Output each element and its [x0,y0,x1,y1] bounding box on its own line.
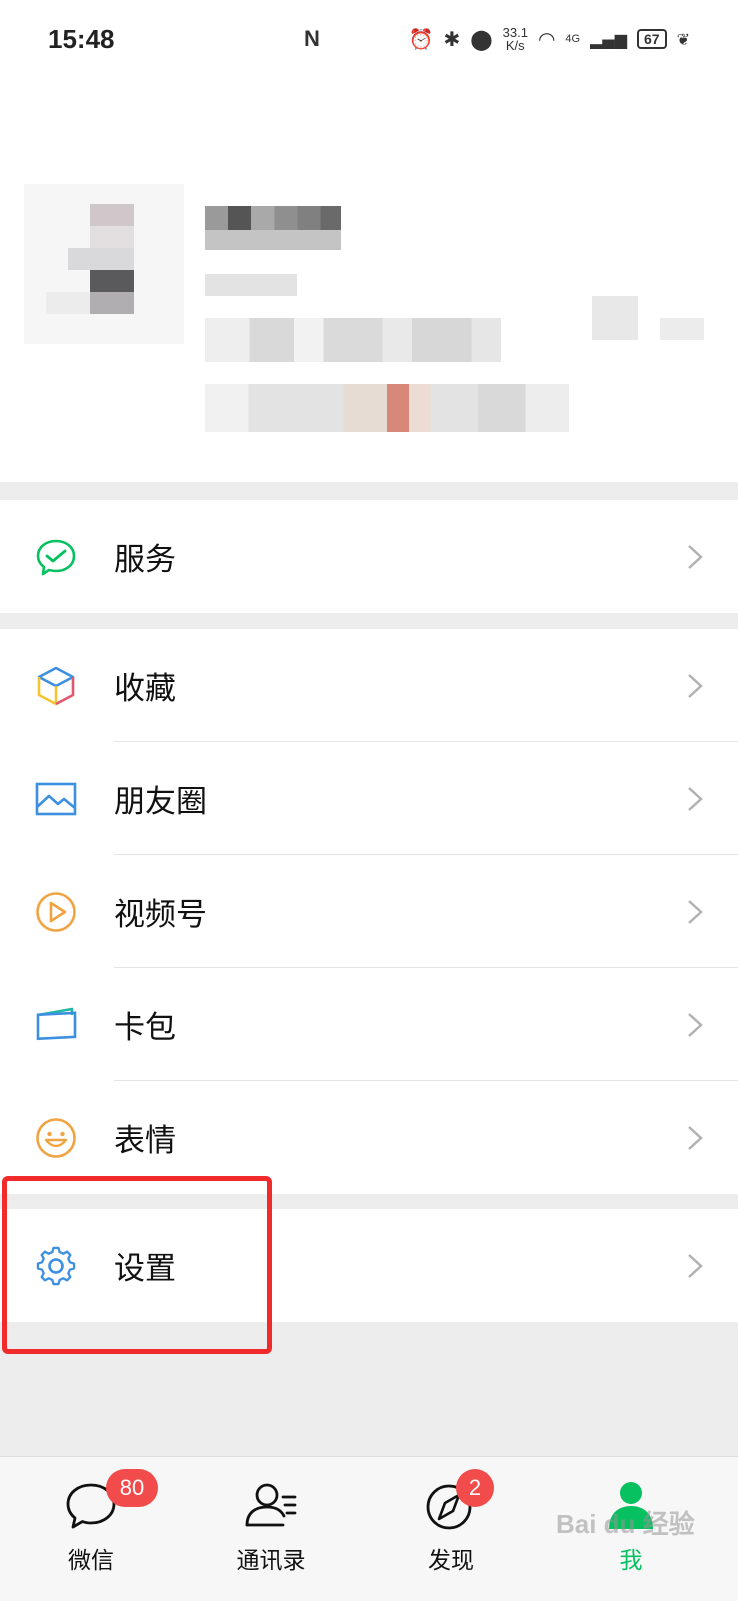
profile-status-blurred[interactable] [205,384,569,432]
wifi-icon: ◠ [537,27,556,51]
discover-badge: 2 [456,1469,494,1507]
moments-picture-icon [35,782,77,815]
settings-highlight-box [2,1176,272,1354]
chevron-right-icon [688,1012,703,1037]
chevron-right-icon [688,1253,703,1278]
menu-item-moments[interactable]: 朋友圈 [0,742,738,855]
tab-label-discover: 发现 [428,1548,474,1574]
leaf-icon: ❦ [676,29,690,49]
tab-label-me: 我 [619,1548,643,1574]
menu-label-service: 服务 [114,542,176,578]
tab-discover[interactable]: 2 发现 [376,1457,526,1601]
tab-contacts[interactable]: 通讯录 [196,1457,346,1601]
menu-label-moments: 朋友圈 [114,784,207,820]
menu-label-stickers: 表情 [114,1123,176,1159]
nfc-icon: N [304,26,320,51]
contacts-icon [245,1483,297,1527]
watermark-logo: Bai du 经验 [556,1509,695,1539]
favorites-cube-icon [37,666,75,705]
chats-unread-badge: 80 [106,1469,158,1507]
chevron-right-icon [688,1125,703,1150]
avatar[interactable] [24,184,184,344]
status-time: 15:48 [48,24,115,54]
cards-wallet-icon [36,1007,77,1040]
menu-label-channels: 视频号 [114,897,207,933]
bluetooth-icon: ✱ [443,27,461,51]
signal-icon: ▂▄▆ [590,29,628,49]
chevron-right-icon [688,544,703,569]
status-icons: ⏰ ✱ ⬤ 33.1 K/s ◠ 4G ▂▄▆ 67 ❦ [409,26,690,52]
menu-label-cards: 卡包 [114,1010,176,1046]
net-speed: 33.1 K/s [502,25,528,53]
alarm-icon: ⏰ [408,27,434,51]
menu-item-channels[interactable]: 视频号 [0,855,738,968]
menu-label-favorites: 收藏 [114,671,176,707]
chevron-right-icon [688,786,703,811]
menu-item-cards[interactable]: 卡包 [0,968,738,1081]
menu-group-main: 收藏 朋友圈 视频号 卡包 表情 [0,629,738,1194]
menu-item-favorites[interactable]: 收藏 [0,629,738,742]
profile-header[interactable] [0,84,738,482]
tab-chats[interactable]: 80 微信 [16,1457,166,1601]
menu-item-service[interactable]: 服务 [0,500,738,613]
signal-4g-label: 4G [565,33,581,45]
chevron-right-icon [688,899,703,924]
stickers-smiley-icon [36,1117,76,1158]
channels-play-icon [36,891,76,932]
menu-group-service: 服务 [0,500,738,613]
profile-id-blurred [205,274,297,296]
battery-icon: 67 [637,29,667,49]
chevron-right-icon [688,673,703,698]
tab-label-contacts: 通讯录 [236,1548,306,1574]
tab-label-chats: 微信 [68,1548,114,1574]
location-icon: ⬤ [470,27,493,51]
status-bar: 15:48 N ⏰ ✱ ⬤ 33.1 K/s ◠ 4G ▂▄▆ 67 ❦ [0,0,738,84]
service-icon [36,539,76,575]
